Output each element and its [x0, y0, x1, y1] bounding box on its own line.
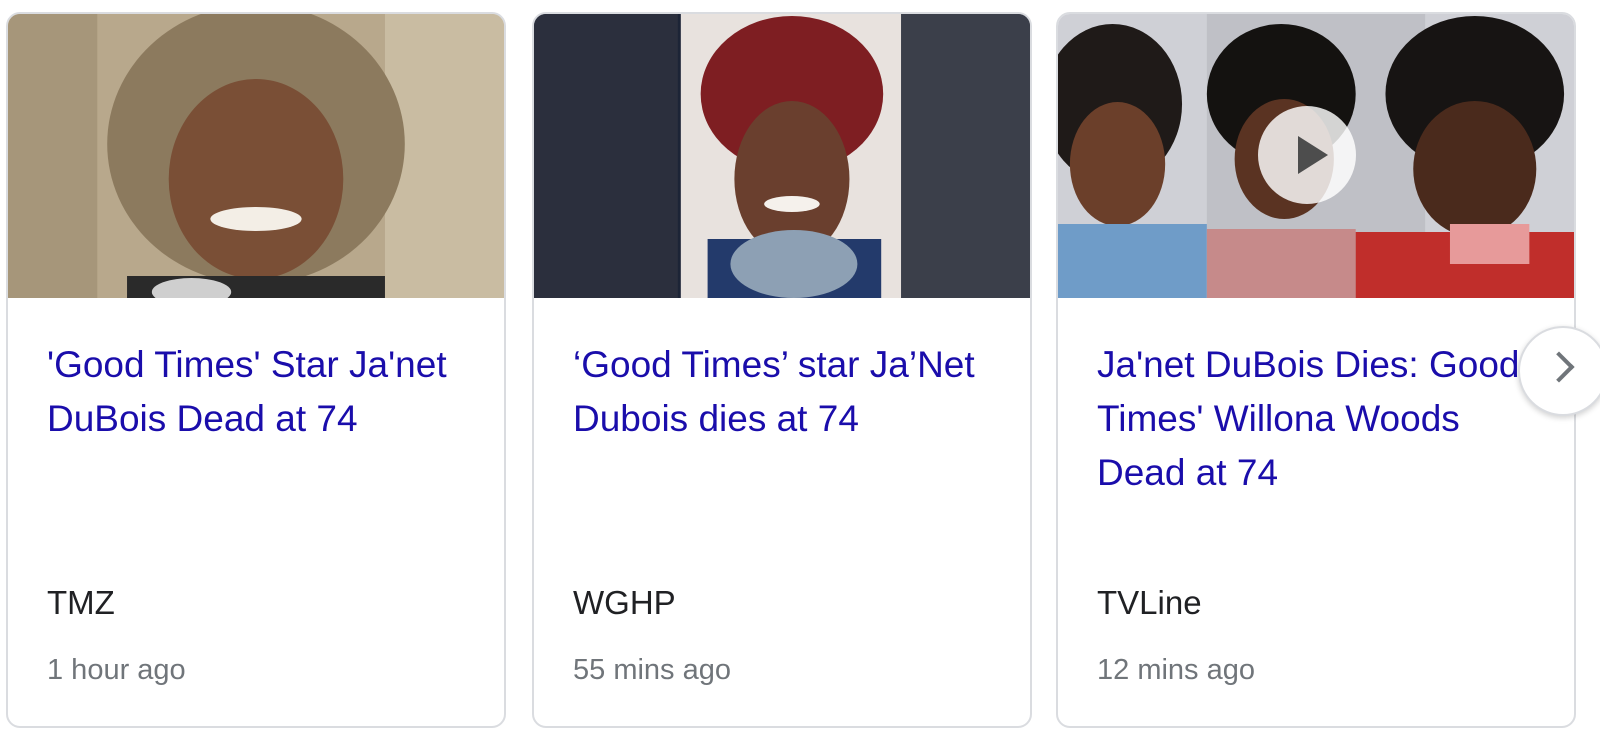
- news-thumbnail[interactable]: [1058, 14, 1574, 298]
- news-thumbnail[interactable]: [534, 14, 1030, 298]
- news-timestamp: 1 hour ago: [47, 654, 186, 686]
- news-thumbnail-image: [534, 14, 1030, 298]
- news-headline-link[interactable]: Ja'net DuBois Dies: Good Times' Willona …: [1097, 338, 1529, 500]
- news-card[interactable]: 'Good Times' Star Ja'net DuBois Dead at …: [6, 12, 506, 728]
- news-source: TMZ: [47, 584, 115, 621]
- news-source: WGHP: [573, 584, 676, 621]
- news-source: TVLine: [1097, 584, 1202, 621]
- news-timestamp: 55 mins ago: [573, 654, 731, 686]
- chevron-right-icon: [1543, 351, 1575, 383]
- play-icon[interactable]: [1258, 106, 1356, 204]
- carousel-next-button[interactable]: [1518, 326, 1600, 416]
- news-card[interactable]: Ja'net DuBois Dies: Good Times' Willona …: [1056, 12, 1576, 728]
- top-stories-carousel: 'Good Times' Star Ja'net DuBois Dead at …: [0, 0, 1600, 755]
- news-timestamp: 12 mins ago: [1097, 654, 1255, 686]
- news-thumbnail-image: [8, 14, 504, 298]
- news-card[interactable]: ‘Good Times’ star Ja’Net Dubois dies at …: [532, 12, 1032, 728]
- news-thumbnail[interactable]: [8, 14, 504, 298]
- news-headline-link[interactable]: 'Good Times' Star Ja'net DuBois Dead at …: [47, 338, 479, 446]
- news-headline-link[interactable]: ‘Good Times’ star Ja’Net Dubois dies at …: [573, 338, 1005, 446]
